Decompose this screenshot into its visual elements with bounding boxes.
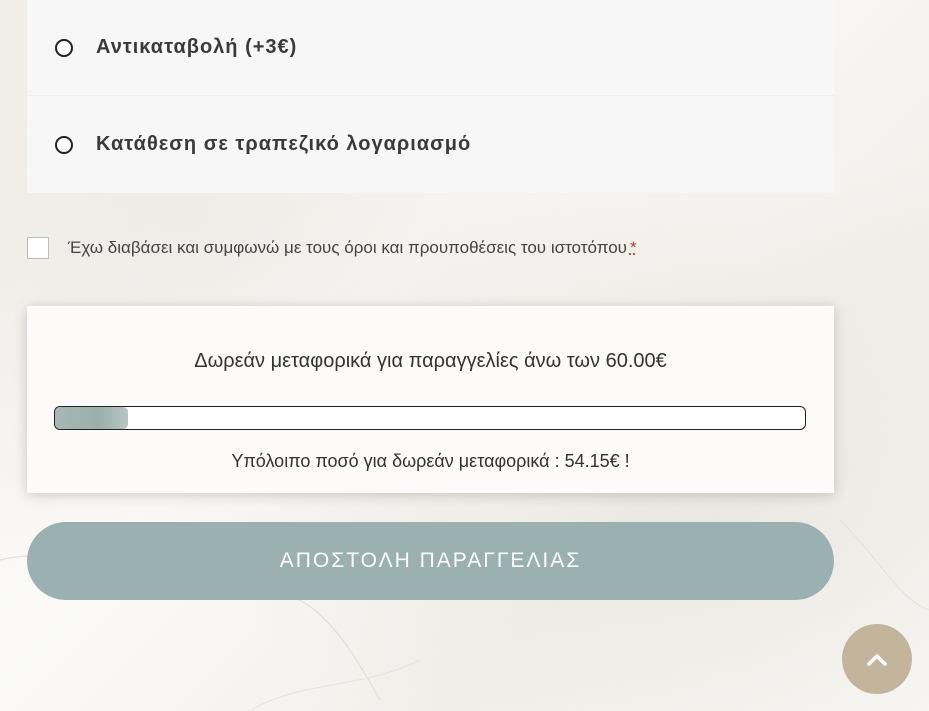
payment-option-label: Κατάθεση σε τραπεζικό λογαριασμό	[96, 133, 472, 155]
terms-agreement: Έχω διαβάσει και συμφωνώ με τους όροι κα…	[27, 237, 637, 259]
payment-option-bank-transfer[interactable]: Κατάθεση σε τραπεζικό λογαριασμό	[55, 133, 471, 156]
radio-cash-on-delivery[interactable]	[55, 38, 73, 57]
terms-checkbox[interactable]	[27, 237, 49, 259]
free-shipping-card: Δωρεάν μεταφορικά για παραγγελίες άνω τω…	[27, 306, 834, 493]
terms-label: Έχω διαβάσει και συμφωνώ με τους όροι κα…	[68, 238, 627, 257]
chevron-up-icon	[867, 654, 887, 666]
free-shipping-title: Δωρεάν μεταφορικά για παραγγελίες άνω τω…	[194, 350, 667, 372]
payment-methods-box: Αντικαταβολή (+3€) Κατάθεση σε τραπεζικό…	[27, 0, 834, 193]
free-shipping-progress-fill	[55, 407, 129, 429]
place-order-button[interactable]: ΑΠΟΣΤΟΛΗ ΠΑΡΑΓΓΕΛΙΑΣ	[27, 522, 834, 600]
required-mark: *	[629, 238, 637, 257]
payment-divider	[27, 95, 834, 96]
place-order-label: ΑΠΟΣΤΟΛΗ ΠΑΡΑΓΓΕΛΙΑΣ	[279, 549, 582, 572]
scroll-to-top-button[interactable]	[842, 624, 912, 694]
radio-bank-transfer[interactable]	[55, 135, 73, 154]
free-shipping-remaining: Υπόλοιπο ποσό για δωρεάν μεταφορικά : 54…	[231, 451, 630, 471]
payment-option-label: Αντικαταβολή (+3€)	[96, 36, 298, 58]
payment-option-cash-on-delivery[interactable]: Αντικαταβολή (+3€)	[55, 36, 297, 59]
free-shipping-progress-bar	[54, 406, 806, 430]
